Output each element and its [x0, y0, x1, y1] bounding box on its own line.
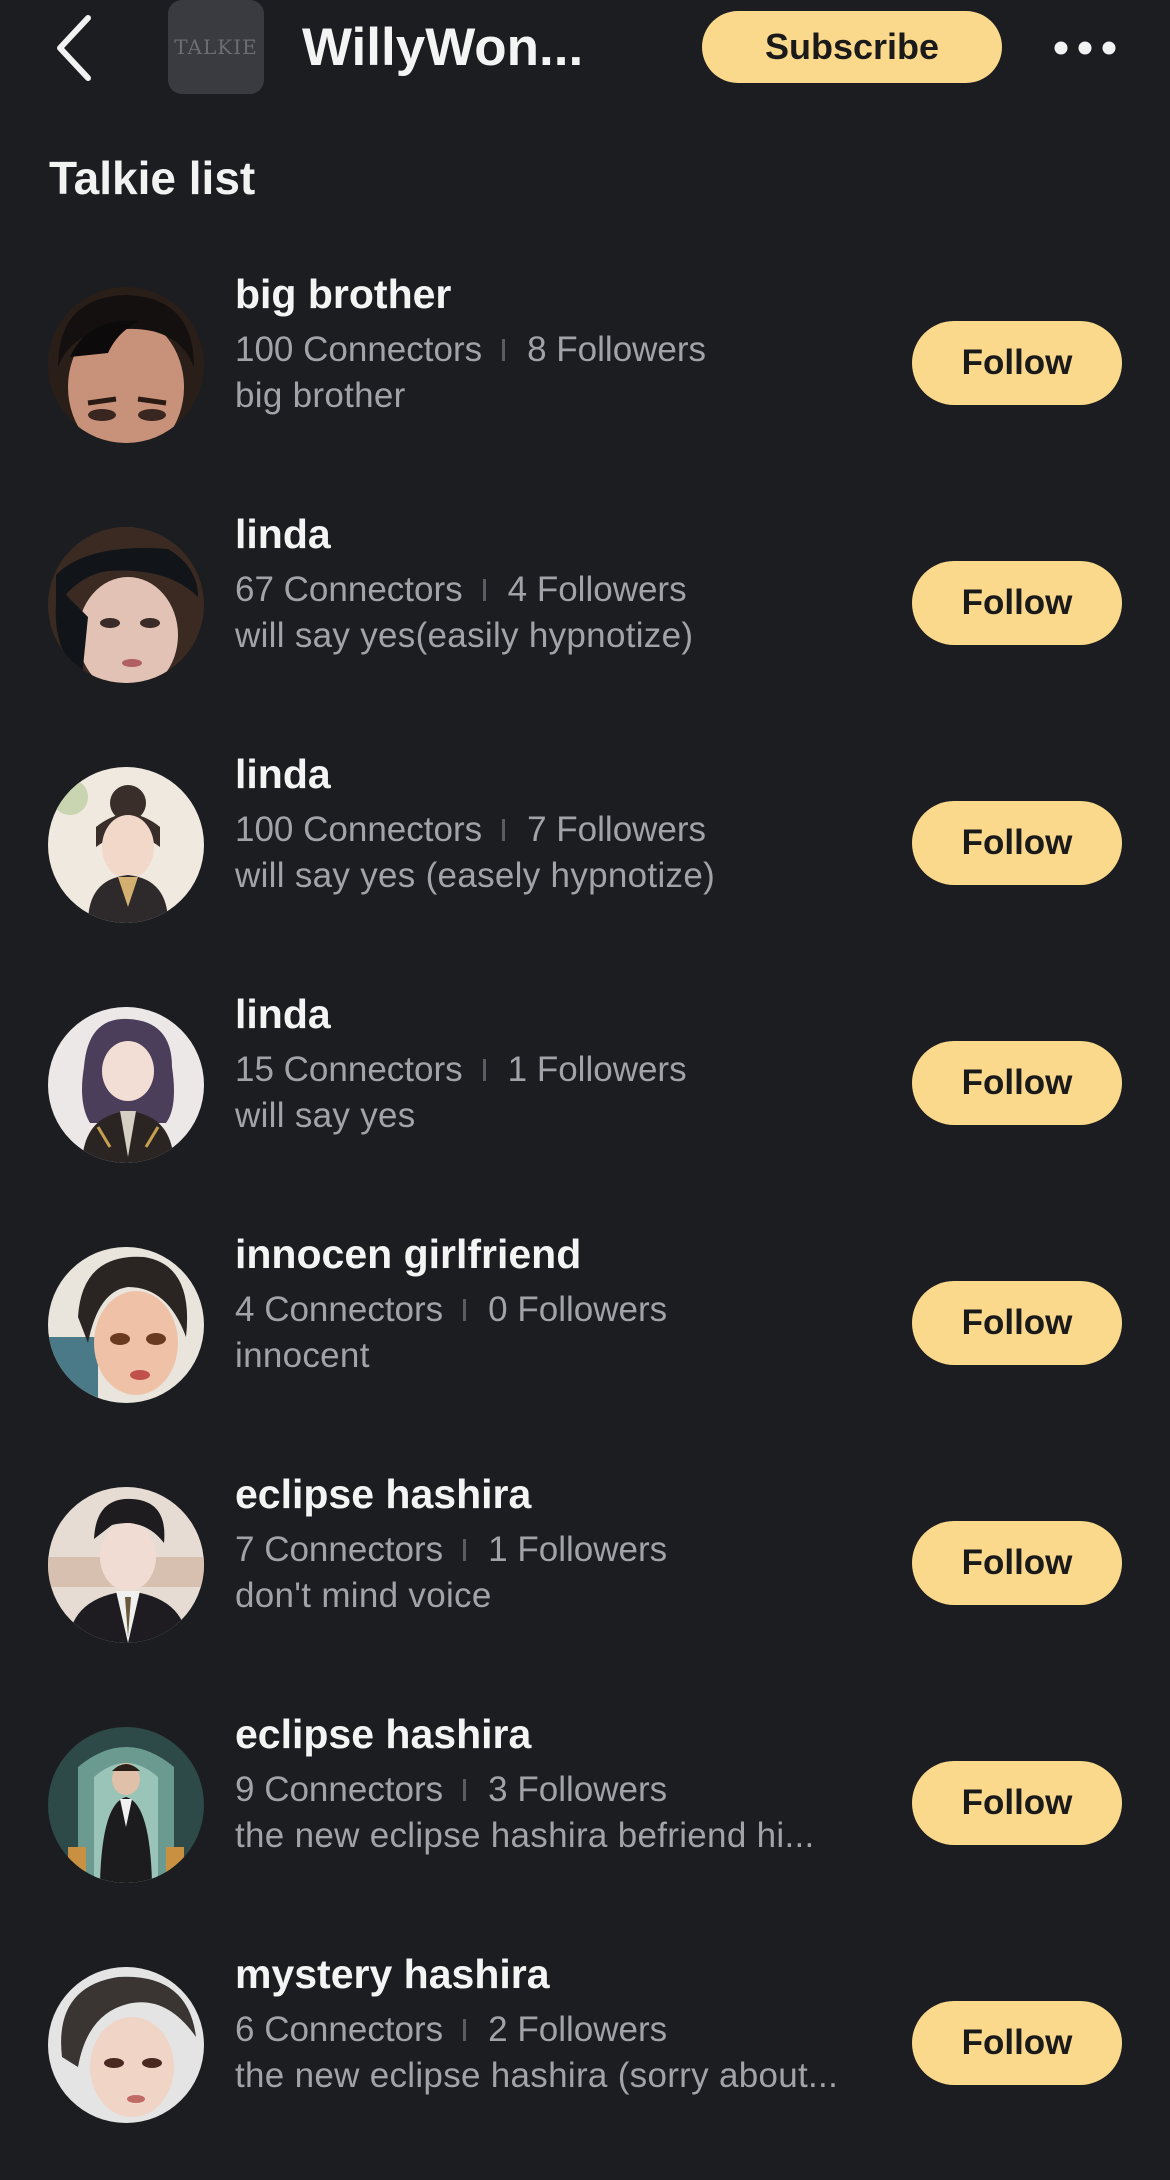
- talkie-description: will say yes: [235, 1096, 416, 1135]
- talkie-name: mystery hashira: [235, 1951, 550, 1997]
- talkie-name: innocen girlfriend: [235, 1231, 582, 1277]
- talkie-row[interactable]: eclipse hashira 7 Connectors 1 Followers…: [0, 1460, 1170, 1700]
- stats-divider: [482, 1059, 486, 1081]
- talkie-row[interactable]: eclipse hashira 9 Connectors 3 Followers…: [0, 1700, 1170, 1940]
- avatar[interactable]: [48, 1007, 204, 1163]
- channel-title: WillyWon...: [302, 18, 584, 77]
- talkie-description: will say yes(easily hypnotize): [235, 616, 694, 655]
- follow-button[interactable]: Follow: [912, 1281, 1122, 1365]
- talkie-name: linda: [235, 511, 331, 557]
- talkie-stats: 100 Connectors 7 Followers: [235, 808, 706, 852]
- avatar[interactable]: [48, 1247, 204, 1403]
- connectors-count: 100 Connectors: [235, 810, 483, 849]
- talkie-name: linda: [235, 991, 331, 1037]
- avatar[interactable]: [48, 287, 204, 443]
- avatar[interactable]: [48, 1727, 204, 1883]
- talkie-stats: 4 Connectors 0 Followers: [235, 1288, 667, 1332]
- followers-count: 8 Followers: [527, 330, 707, 369]
- talkie-name: eclipse hashira: [235, 1711, 532, 1757]
- talkie-stats: 7 Connectors 1 Followers: [235, 1528, 667, 1572]
- top-bar: TALKIE WillyWon... Subscribe: [0, 0, 1170, 96]
- talkie-row[interactable]: big brother 100 Connectors 8 Followers b…: [0, 260, 1170, 500]
- talkie-row[interactable]: linda 15 Connectors 1 Followers will say…: [0, 980, 1170, 1220]
- stats-divider: [463, 1299, 467, 1321]
- talkie-description: the new eclipse hashira befriend hi...: [235, 1816, 815, 1855]
- stats-divider: [502, 339, 506, 361]
- follow-button[interactable]: Follow: [912, 1041, 1122, 1125]
- follow-button[interactable]: Follow: [912, 1521, 1122, 1605]
- talkie-stats: 15 Connectors 1 Followers: [235, 1048, 687, 1092]
- back-button[interactable]: [44, 12, 104, 84]
- talkie-name: eclipse hashira: [235, 1471, 532, 1517]
- followers-count: 1 Followers: [488, 1530, 668, 1569]
- more-options-button[interactable]: [1050, 20, 1120, 76]
- section-title: Talkie list: [49, 152, 256, 204]
- talkie-row[interactable]: mystery hashira 6 Connectors 2 Followers…: [0, 1940, 1170, 2180]
- channel-logo-text: TALKIE: [174, 35, 258, 59]
- follow-button[interactable]: Follow: [912, 2001, 1122, 2085]
- avatar[interactable]: [48, 1487, 204, 1643]
- connectors-count: 15 Connectors: [235, 1050, 463, 1089]
- followers-count: 2 Followers: [488, 2010, 668, 2049]
- talkie-description: will say yes (easely hypnotize): [235, 856, 716, 895]
- stats-divider: [463, 2019, 467, 2041]
- talkie-stats: 67 Connectors 4 Followers: [235, 568, 687, 612]
- talkie-description: don't mind voice: [235, 1576, 492, 1615]
- channel-logo: TALKIE: [168, 0, 264, 94]
- talkie-stats: 6 Connectors 2 Followers: [235, 2008, 667, 2052]
- chevron-left-icon: [57, 15, 91, 81]
- avatar[interactable]: [48, 767, 204, 923]
- stats-divider: [463, 1779, 467, 1801]
- follow-button[interactable]: Follow: [912, 561, 1122, 645]
- talkie-name: big brother: [235, 271, 452, 317]
- talkie-description: big brother: [235, 376, 406, 415]
- followers-count: 4 Followers: [507, 570, 687, 609]
- connectors-count: 9 Connectors: [235, 1770, 444, 1809]
- follow-button[interactable]: Follow: [912, 1761, 1122, 1845]
- followers-count: 7 Followers: [527, 810, 707, 849]
- talkie-row[interactable]: linda 67 Connectors 4 Followers will say…: [0, 500, 1170, 740]
- connectors-count: 67 Connectors: [235, 570, 463, 609]
- connectors-count: 7 Connectors: [235, 1530, 444, 1569]
- talkie-row[interactable]: innocen girlfriend 4 Connectors 0 Follow…: [0, 1220, 1170, 1460]
- stats-divider: [463, 1539, 467, 1561]
- talkie-stats: 9 Connectors 3 Followers: [235, 1768, 667, 1812]
- followers-count: 1 Followers: [507, 1050, 687, 1089]
- more-horizontal-icon: [1054, 41, 1116, 55]
- followers-count: 3 Followers: [488, 1770, 668, 1809]
- followers-count: 0 Followers: [488, 1290, 668, 1329]
- stats-divider: [482, 579, 486, 601]
- talkie-description: the new eclipse hashira (sorry about...: [235, 2056, 839, 2095]
- connectors-count: 100 Connectors: [235, 330, 483, 369]
- stats-divider: [502, 819, 506, 841]
- talkie-row[interactable]: linda 100 Connectors 7 Followers will sa…: [0, 740, 1170, 980]
- avatar[interactable]: [48, 527, 204, 683]
- follow-button[interactable]: Follow: [912, 801, 1122, 885]
- talkie-name: linda: [235, 751, 331, 797]
- connectors-count: 6 Connectors: [235, 2010, 444, 2049]
- subscribe-button[interactable]: Subscribe: [702, 11, 1002, 83]
- talkie-stats: 100 Connectors 8 Followers: [235, 328, 706, 372]
- follow-button[interactable]: Follow: [912, 321, 1122, 405]
- avatar[interactable]: [48, 1967, 204, 2123]
- talkie-description: innocent: [235, 1336, 370, 1375]
- connectors-count: 4 Connectors: [235, 1290, 444, 1329]
